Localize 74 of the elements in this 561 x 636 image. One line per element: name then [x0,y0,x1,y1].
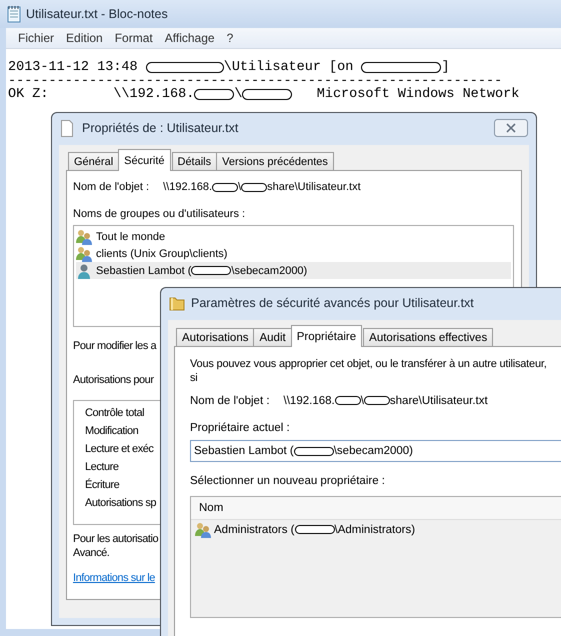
object-path: \ [238,181,242,193]
field-label: Autorisations pour [73,374,154,386]
info-text: Pour modifier les a [73,340,156,352]
field-label: Noms de groupes ou d'utilisateurs : [73,208,246,222]
text-line: OK Z: \\192.168. [8,88,194,102]
intro-text: Vous pouvez vous approprier cet objet, ou le transférer à un autre utilisateur, si [190,357,548,386]
user-icon [76,262,92,278]
owner-value: \sebecam2000) [334,445,414,457]
info-text: Pour les autorisatio Avancé. [73,532,158,560]
object-path: \\192.168. [284,395,335,407]
text-line: ------------------------------------------------------------- [8,74,502,88]
tab[interactable]: Général [68,152,120,170]
notepad-icon [6,5,22,23]
object-path: share\Utilisateur.txt [267,181,361,193]
field-label: Sélectionner un nouveau propriétaire : [190,475,386,489]
field-label: Nom de l'objet : [73,181,150,193]
object-path: \ [360,395,364,407]
permission-name: Contrôle total [85,406,146,421]
redaction-mark [241,182,268,192]
folder-icon [169,295,185,311]
tab[interactable]: Propriétaire [290,325,362,347]
column-header[interactable]: Nom [199,502,224,514]
item-text: Administrators ( [214,524,295,536]
menu-item[interactable]: Affichage [158,31,221,45]
tab[interactable]: Versions précédentes [216,152,334,170]
list-item[interactable]: Sebastien Lambot ( \sebecam2000) [76,262,511,279]
permission-name: Lecture [85,460,120,475]
window-title: Utilisateur.txt - Bloc-notes [26,7,168,21]
list-item[interactable]: clients (Unix Group\clients) [76,245,511,262]
item-text: clients (Unix Group\clients) [96,248,228,260]
redaction-mark [294,525,335,534]
tab[interactable]: Autorisations effectives [363,328,494,346]
tab[interactable]: Sécurité [118,149,170,171]
text-line: 2013-11-12 13:48 [8,61,139,74]
redaction-mark [212,182,238,192]
window-title: Propriétés de : Utilisateur.txt [82,121,238,135]
owner-field[interactable]: Sebastien Lambot ( \sebecam2000) [190,440,561,462]
item-text: Sebastien Lambot ( [96,264,192,276]
owner-value: Sebastien Lambot ( [194,445,294,457]
permission-name: Autorisations sp [85,496,158,511]
item-text: \sebecam2000) [231,264,308,276]
text-line: \Utilisateur [on [224,61,354,74]
redaction-mark [334,396,361,406]
tab[interactable]: Détails [172,152,218,170]
text-line: Microsoft Windows Network [316,88,520,102]
help-link[interactable]: Informations sur le [73,572,155,584]
text-line: \ [234,88,242,102]
file-icon [60,120,74,136]
text-line: ] [441,61,450,74]
redaction-mark [242,89,292,100]
item-text: \Administrators) [334,524,416,536]
menu-item[interactable]: ? [220,31,240,45]
group-icon [76,246,92,262]
redaction-mark [194,89,234,100]
window-title: Paramètres de sécurité avancés pour Utilisateur.txt [191,296,474,310]
redaction-mark [294,446,334,456]
close-icon[interactable] [494,119,528,137]
group-icon [76,228,92,244]
list-item[interactable]: Tout le monde [76,228,511,245]
field-label: Propriétaire actuel : [190,422,291,436]
list-item[interactable]: Administrators ( \Administrators) [191,520,561,540]
menu-item[interactable]: Edition [60,31,109,45]
tab[interactable]: Audit [253,328,292,346]
menu-item[interactable]: Format [108,31,159,45]
field-label: Nom de l'objet : [190,395,270,407]
item-text: Tout le monde [96,230,166,242]
redaction-mark [191,266,232,276]
object-path: \\192.168. [163,181,212,193]
tab[interactable]: Autorisations [176,328,254,346]
object-path: share\Utilisateur.txt [390,395,488,407]
menu-item[interactable]: Fichier [12,31,60,45]
group-icon [195,522,211,538]
permission-name: Lecture et exéc [85,442,154,457]
redaction-mark [364,396,390,406]
